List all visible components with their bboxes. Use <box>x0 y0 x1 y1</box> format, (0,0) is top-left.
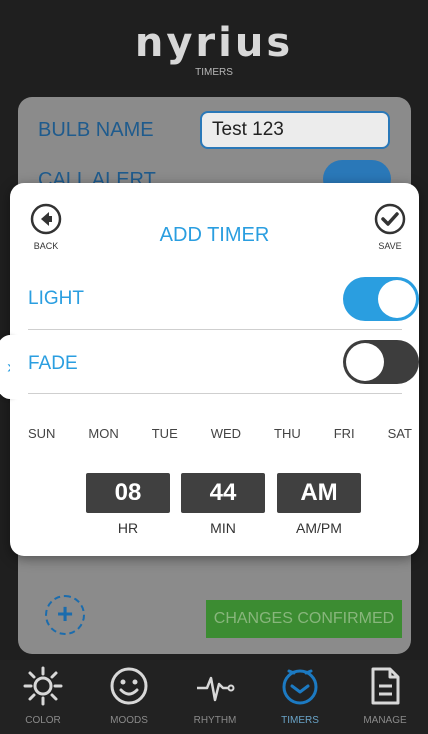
section-title: TIMERS <box>195 67 233 78</box>
fade-toggle[interactable] <box>343 340 419 384</box>
nav-moods-label: MOODS <box>110 715 148 726</box>
side-tab-mask <box>10 335 30 399</box>
sun-icon <box>23 666 63 706</box>
day-tue[interactable]: TUE <box>152 426 178 441</box>
nav-rhythm[interactable]: RHYTHM <box>172 660 258 734</box>
add-timer-button[interactable]: + <box>45 595 85 635</box>
save-label: SAVE <box>378 241 402 251</box>
day-sat[interactable]: SAT <box>388 426 412 441</box>
bottom-nav: COLOR MOODS RHYTHM TIMERS MANAGE <box>0 660 428 734</box>
nav-timers[interactable]: TIMERS <box>257 660 343 734</box>
bulb-name-input[interactable]: Test 123 <box>200 111 390 149</box>
nav-color-label: COLOR <box>25 715 61 726</box>
bulb-name-label: BULB NAME <box>38 119 154 141</box>
toggle-knob <box>346 343 384 381</box>
nav-color[interactable]: COLOR <box>0 660 86 734</box>
nav-manage[interactable]: MANAGE <box>342 660 428 734</box>
hour-label: HR <box>117 520 139 536</box>
nav-rhythm-label: RHYTHM <box>193 715 237 726</box>
divider <box>28 393 402 394</box>
ampm-label: AM/PM <box>296 520 342 536</box>
nav-timers-label: TIMERS <box>281 715 319 726</box>
hour-picker[interactable]: 08 <box>86 473 170 513</box>
toggle-knob <box>378 280 416 318</box>
nav-manage-label: MANAGE <box>363 715 407 726</box>
clock-icon <box>282 669 318 705</box>
app-header: nyrius TIMERS <box>0 0 428 97</box>
ampm-picker[interactable]: AM <box>277 473 361 513</box>
checkmark-icon <box>374 203 406 235</box>
modal-title: ADD TIMER <box>159 224 270 246</box>
fade-label: FADE <box>28 353 78 374</box>
add-timer-modal: › BACK ADD TIMER SAVE LIGHT FADE SUN MON… <box>0 183 419 556</box>
nyrius-logo: nyrius <box>134 20 294 66</box>
divider <box>28 329 402 330</box>
document-icon <box>371 667 400 705</box>
save-button[interactable]: SAVE <box>370 203 410 251</box>
minute-label: MIN <box>210 520 236 536</box>
pulse-icon <box>197 676 235 702</box>
day-sun[interactable]: SUN <box>28 426 55 441</box>
day-thu[interactable]: THU <box>274 426 301 441</box>
smiley-icon <box>110 667 148 705</box>
day-selector: SUN MON TUE WED THU FRI SAT <box>28 426 412 441</box>
changes-confirmed-button[interactable]: CHANGES CONFIRMED <box>206 600 402 638</box>
light-toggle[interactable] <box>343 277 419 321</box>
day-mon[interactable]: MON <box>88 426 118 441</box>
minute-picker[interactable]: 44 <box>181 473 265 513</box>
nav-moods[interactable]: MOODS <box>86 660 172 734</box>
day-wed[interactable]: WED <box>211 426 241 441</box>
day-fri[interactable]: FRI <box>334 426 355 441</box>
light-label: LIGHT <box>28 288 84 309</box>
